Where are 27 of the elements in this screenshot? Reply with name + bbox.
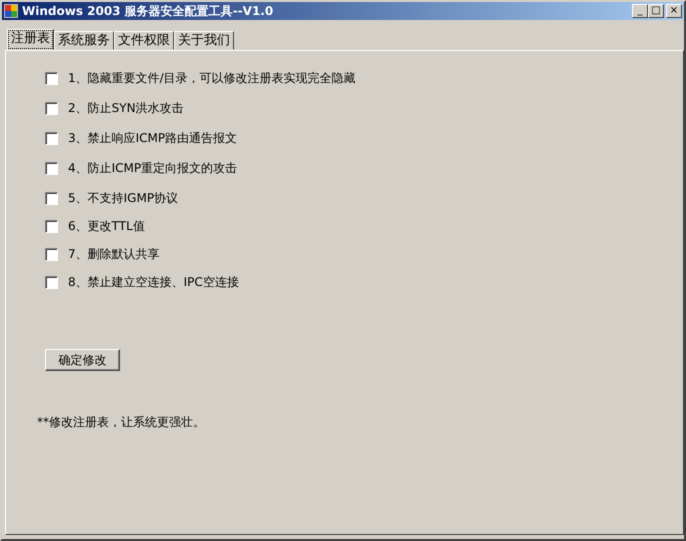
close-button[interactable]: × bbox=[666, 4, 682, 18]
tab[interactable]: 系统服务 bbox=[54, 31, 114, 50]
checkbox[interactable] bbox=[45, 102, 58, 114]
tab[interactable]: 注册表 bbox=[7, 29, 54, 50]
minimize-button[interactable]: _ bbox=[632, 4, 648, 18]
option-label: 1、隐藏重要文件/目录，可以修改注册表实现完全隐藏 bbox=[68, 70, 356, 86]
maximize-button[interactable]: □ bbox=[648, 4, 664, 18]
tab[interactable]: 文件权限 bbox=[114, 31, 174, 50]
window-title: Windows 2003 服务器安全配置工具--V1.0 bbox=[22, 2, 274, 20]
checkbox[interactable] bbox=[45, 132, 58, 144]
checkbox[interactable] bbox=[45, 248, 58, 260]
checkbox[interactable] bbox=[45, 72, 58, 84]
option-label: 3、禁止响应ICMP路由通告报文 bbox=[68, 130, 238, 146]
checkbox[interactable] bbox=[45, 276, 58, 288]
option-label: 5、不支持IGMP协议 bbox=[68, 190, 178, 206]
note-text: **修改注册表，让系统更强壮。 bbox=[37, 414, 206, 431]
apply-button[interactable]: 确定修改 bbox=[45, 349, 120, 371]
tab[interactable]: 关于我们 bbox=[174, 31, 234, 50]
checkbox[interactable] bbox=[45, 192, 58, 204]
checkbox[interactable] bbox=[45, 162, 58, 174]
option-label: 7、删除默认共享 bbox=[68, 246, 160, 262]
option-label: 4、防止ICMP重定向报文的攻击 bbox=[68, 160, 238, 176]
checkbox[interactable] bbox=[45, 220, 58, 232]
option-label: 6、更改TTL值 bbox=[68, 218, 145, 234]
option-label: 2、防止SYN洪水攻击 bbox=[68, 100, 184, 116]
app-icon bbox=[4, 4, 18, 18]
option-label: 8、禁止建立空连接、IPC空连接 bbox=[68, 274, 239, 290]
